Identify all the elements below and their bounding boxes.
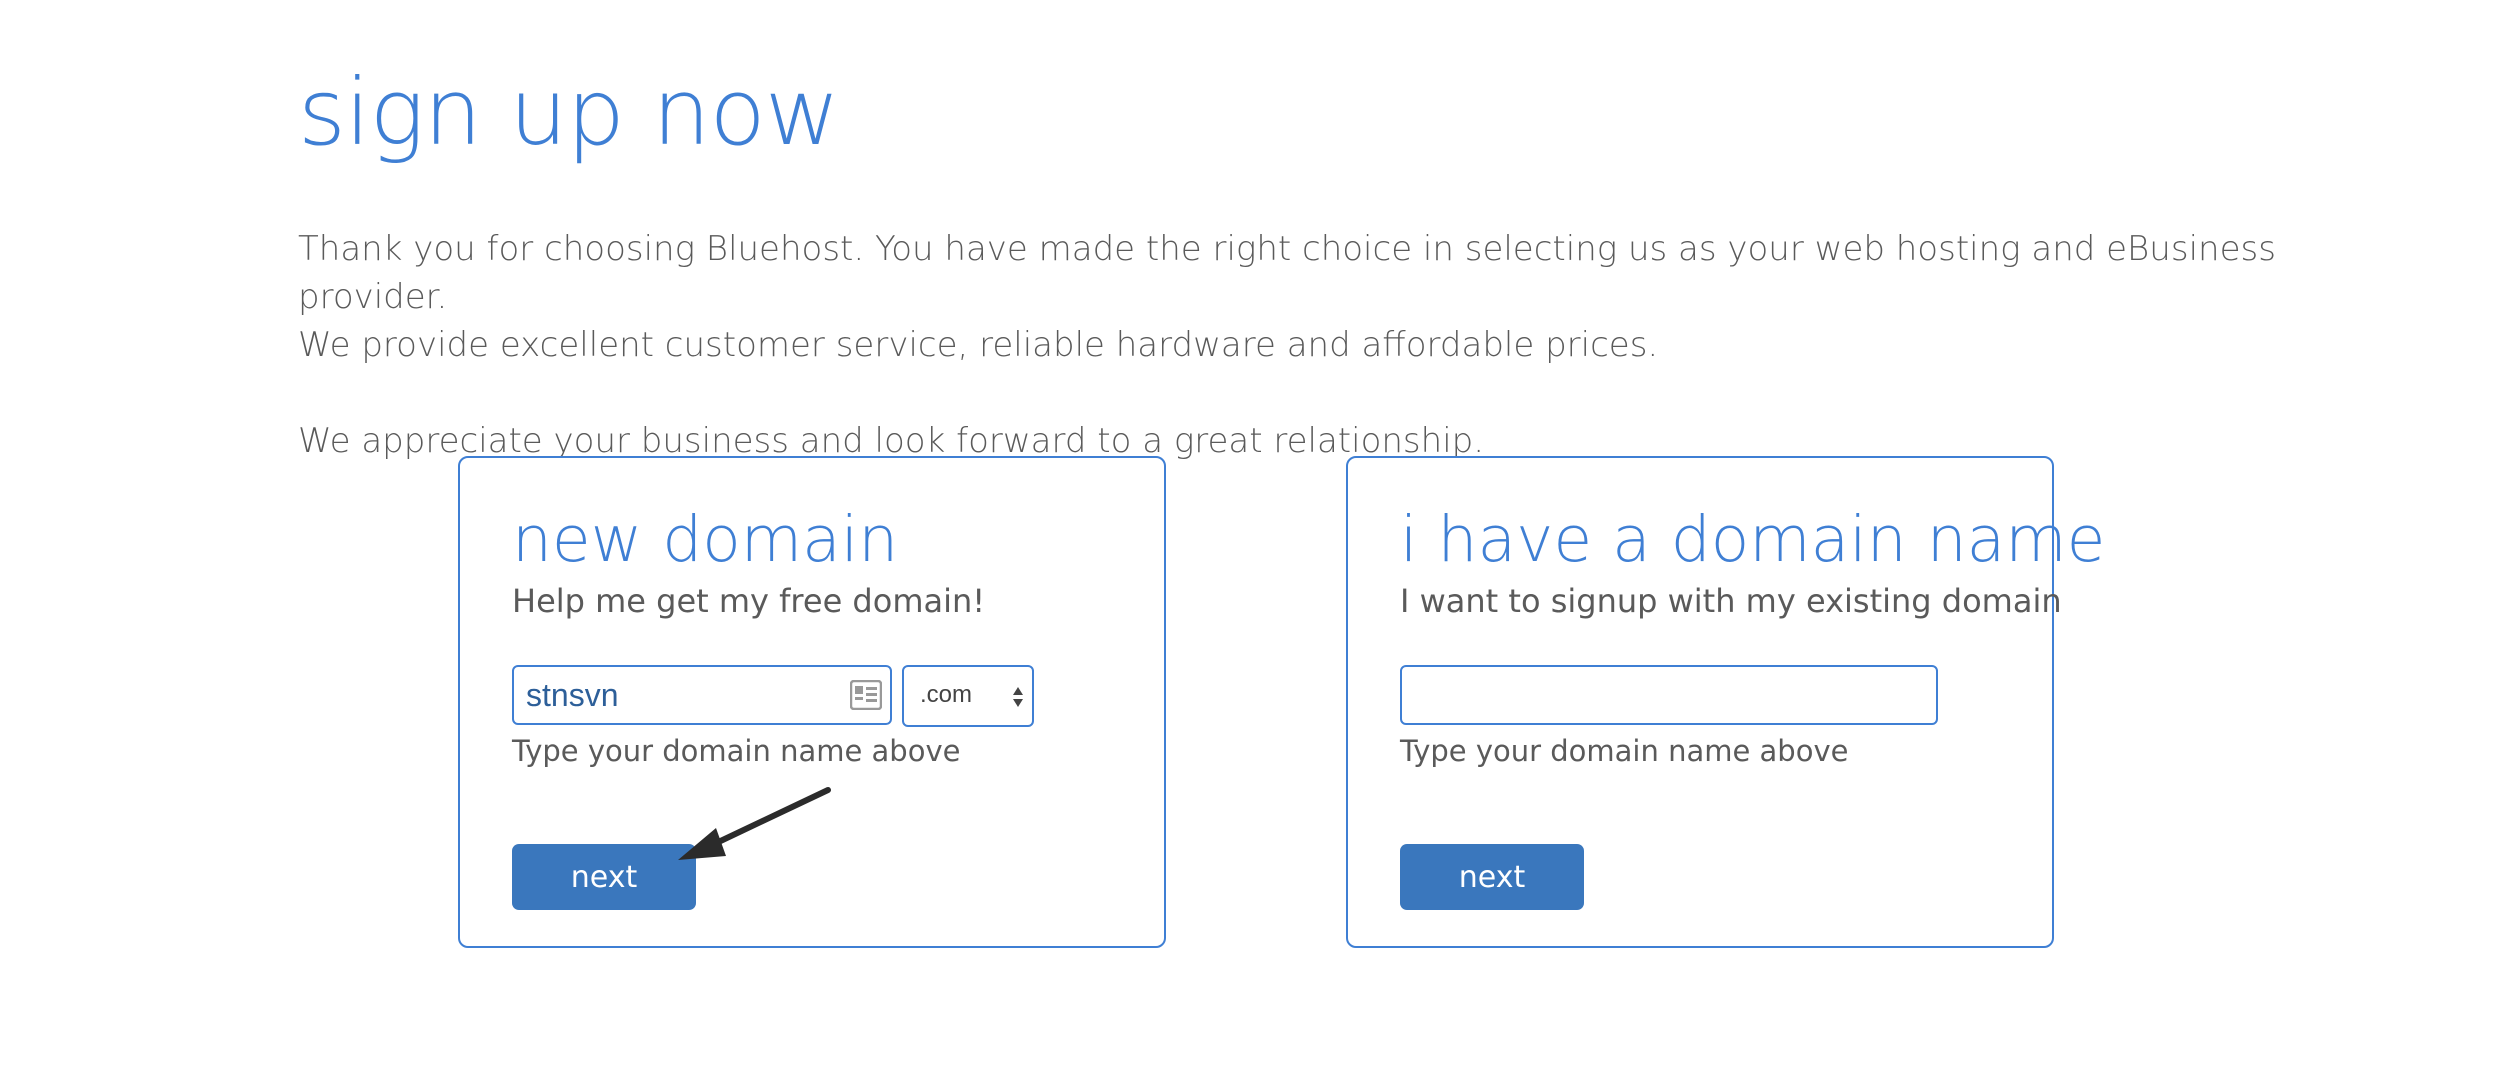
- new-domain-title: new domain: [512, 503, 899, 576]
- existing-domain-card: i have a domain name I want to signup wi…: [1346, 456, 2105, 948]
- new-domain-input[interactable]: [526, 667, 826, 723]
- tld-selected-value: .com: [920, 681, 973, 708]
- new-domain-next-button[interactable]: next: [512, 844, 696, 910]
- existing-domain-input[interactable]: [1414, 667, 1924, 723]
- intro-spacer: [298, 369, 2278, 417]
- existing-domain-field[interactable]: [1400, 665, 1938, 725]
- new-domain-subtitle: Help me get my free domain!: [512, 582, 986, 620]
- intro-text: Thank you for choosing Bluehost. You hav…: [298, 225, 2278, 465]
- new-domain-field[interactable]: [512, 665, 892, 725]
- existing-domain-hint: Type your domain name above: [1400, 734, 1849, 768]
- existing-domain-subtitle: I want to signup with my existing domain: [1400, 582, 2062, 620]
- select-arrows-icon: [1013, 687, 1023, 707]
- intro-line-2: We provide excellent customer service, r…: [298, 325, 1659, 365]
- page-title: sign up now: [298, 59, 840, 166]
- existing-domain-title: i have a domain name: [1400, 503, 2106, 576]
- intro-line-1: Thank you for choosing Bluehost. You hav…: [298, 229, 2276, 317]
- autofill-contact-card-icon[interactable]: [850, 680, 882, 710]
- new-domain-hint: Type your domain name above: [512, 734, 961, 768]
- tld-select[interactable]: .com: [902, 665, 1034, 727]
- new-domain-card: new domain Help me get my free domain! .…: [458, 456, 1166, 948]
- existing-domain-next-button[interactable]: next: [1400, 844, 1584, 910]
